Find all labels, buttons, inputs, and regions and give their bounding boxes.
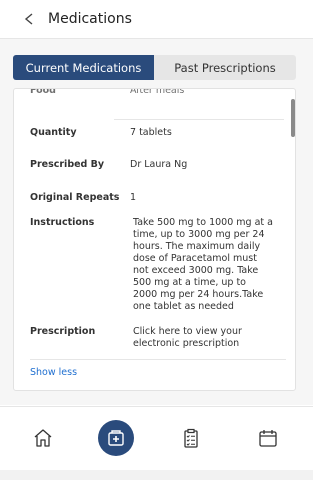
calendar-icon (259, 430, 277, 447)
row-divider (114, 119, 284, 120)
details-scroll-area[interactable]: Food After meals Quantity 7 tablets Pres… (14, 88, 295, 390)
tab-past-prescriptions[interactable]: Past Prescriptions (154, 55, 296, 80)
chevron-left-icon (24, 13, 33, 25)
nav-clipboard[interactable] (173, 420, 209, 456)
detail-label-prescription: Prescription (30, 326, 96, 337)
nav-home[interactable] (25, 420, 61, 456)
detail-value-quantity: 7 tablets (130, 127, 172, 138)
bottom-strip (0, 470, 313, 480)
clipboard-icon (184, 428, 198, 448)
detail-label-instructions: Instructions (30, 217, 95, 228)
tabs: Current Medications Past Prescriptions (13, 55, 296, 80)
app-header: Medications (0, 0, 313, 38)
electronic-prescription-link[interactable]: Click here to view your electronic presc… (133, 326, 278, 350)
detail-label-quantity: Quantity (30, 127, 77, 138)
medication-details-card: Food After meals Quantity 7 tablets Pres… (13, 88, 296, 391)
detail-label-prescribed-by: Prescribed By (30, 159, 105, 170)
show-less-link[interactable]: Show less (30, 367, 77, 378)
bottom-navigation (0, 406, 313, 480)
nav-calendar[interactable] (250, 420, 286, 456)
detail-value-prescribed-by: Dr Laura Ng (130, 159, 188, 170)
row-divider (30, 359, 286, 360)
back-button[interactable] (22, 12, 36, 26)
detail-label-original-repeats: Original Repeats (30, 192, 120, 203)
nav-medications[interactable] (98, 420, 134, 456)
medications-icon (108, 430, 124, 446)
tab-current-medications[interactable]: Current Medications (13, 55, 154, 80)
detail-value-food: After meals (130, 88, 185, 96)
detail-label-food: Food (30, 88, 56, 96)
scrollbar[interactable] (291, 99, 295, 137)
detail-value-instructions: Take 500 mg to 1000 mg at a time, up to … (133, 217, 273, 312)
page-title: Medications (48, 11, 132, 27)
detail-value-original-repeats: 1 (130, 192, 137, 203)
home-icon (34, 429, 52, 447)
